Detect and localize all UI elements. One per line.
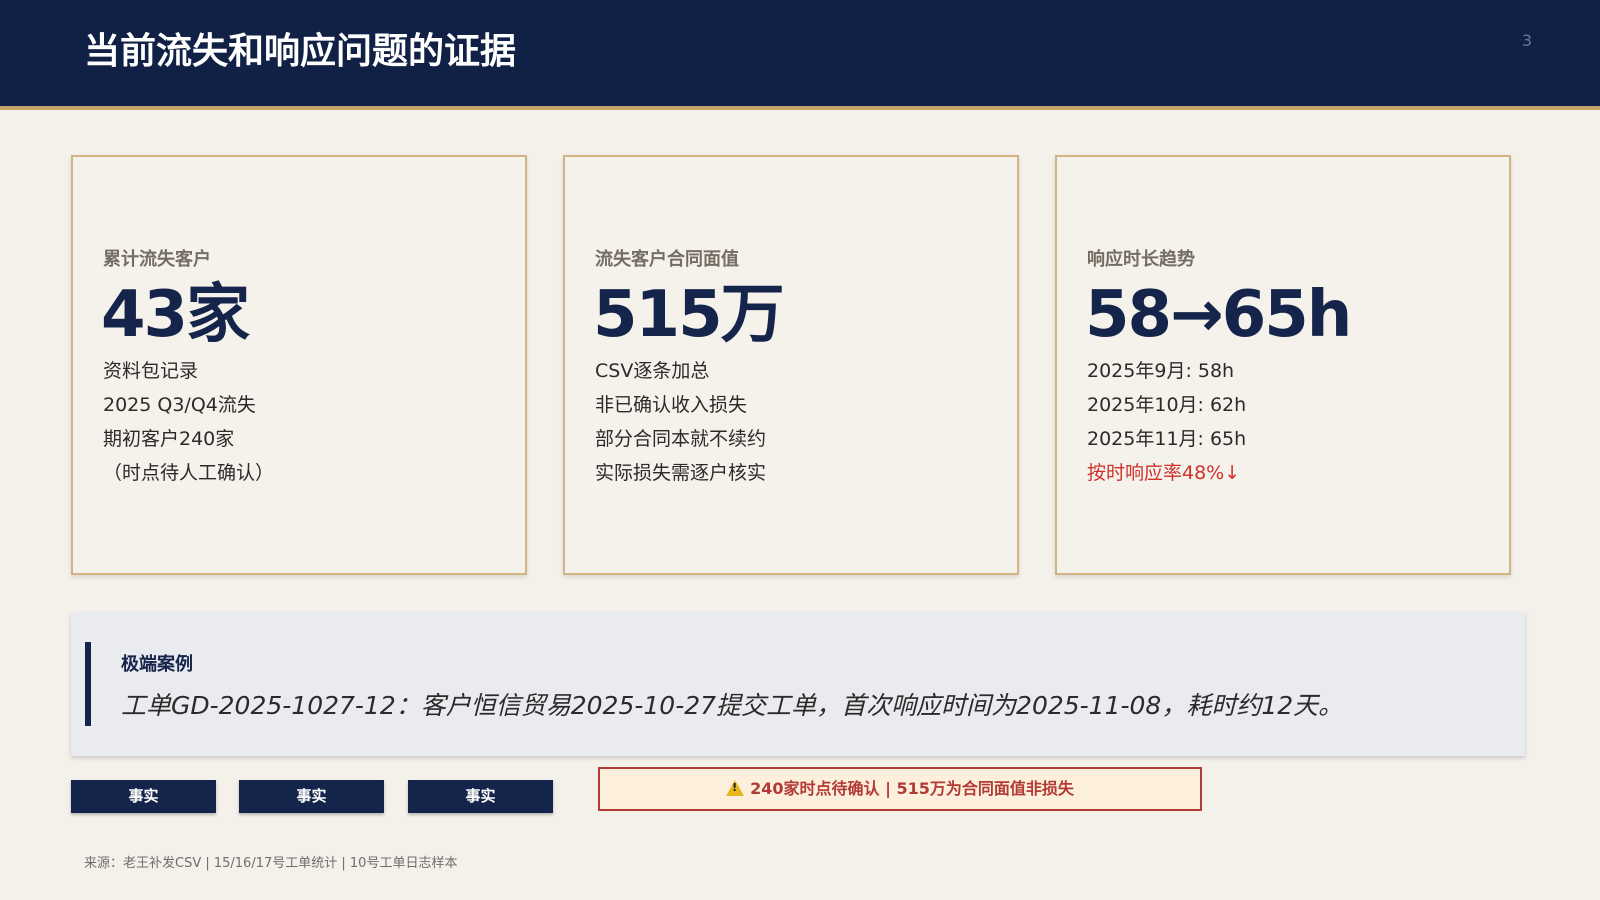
warning-icon [726, 779, 745, 796]
card-label: 响应时长趋势 [1087, 249, 1195, 270]
card-value: 43家 [101, 278, 250, 352]
card-detail-line: 非已确认收入损失 [595, 394, 748, 416]
card-detail-line: 2025年9月: 58h [1087, 360, 1235, 382]
card-label: 累计流失客户 [103, 249, 211, 270]
card-value: 58→65h [1085, 278, 1352, 352]
card-detail-line: 2025年10月: 62h [1087, 394, 1247, 416]
caveat-warning-box: 240家时点待确认 | 515万为合同面值非损失 [598, 767, 1202, 811]
fact-tag-button[interactable]: 事实 [408, 780, 553, 813]
slide-title: 当前流失和响应问题的证据 [84, 31, 517, 72]
card-detail-line: 2025年11月: 65h [1087, 428, 1247, 450]
slide-header: 当前流失和响应问题的证据 3 [0, 0, 1600, 110]
case-label: 极端案例 [121, 654, 193, 675]
card-detail-line: CSV逐条加总 [595, 360, 710, 382]
card-detail-line: （时点待人工确认） [103, 462, 275, 484]
card-detail-line: 资料包记录 [103, 360, 199, 382]
case-text: 工单GD-2025-1027-12：客户恒信贸易2025-10-27提交工单，首… [121, 691, 1344, 720]
card-detail-line: 2025 Q3/Q4流失 [103, 394, 256, 416]
warning-text: 240家时点待确认 | 515万为合同面值非损失 [750, 779, 1074, 798]
source-footnote: 来源：老王补发CSV | 15/16/17号工单统计 | 10号工单日志样本 [84, 856, 458, 871]
metric-card-contract-value: 流失客户合同面值 515万 CSV逐条加总 非已确认收入损失 部分合同本就不续约… [563, 155, 1019, 575]
card-detail-list: 资料包记录 2025 Q3/Q4流失 期初客户240家 （时点待人工确认） [103, 354, 274, 490]
metric-card-response-trend: 响应时长趋势 58→65h 2025年9月: 58h 2025年10月: 62h… [1055, 155, 1511, 575]
card-label: 流失客户合同面值 [595, 249, 739, 270]
card-detail-line: 实际损失需逐户核实 [595, 462, 767, 484]
card-value: 515万 [593, 278, 785, 352]
on-time-rate-alert: 按时响应率48%↓ [1087, 462, 1241, 484]
fact-tag-button[interactable]: 事实 [71, 780, 216, 813]
metric-card-churned-customers: 累计流失客户 43家 资料包记录 2025 Q3/Q4流失 期初客户240家 （… [71, 155, 527, 575]
card-detail-line: 部分合同本就不续约 [595, 428, 767, 450]
card-detail-list: 2025年9月: 58h 2025年10月: 62h 2025年11月: 65h… [1087, 354, 1246, 490]
callout-accent-bar [85, 642, 91, 726]
page-number: 3 [1521, 31, 1532, 50]
fact-tag-button[interactable]: 事实 [239, 780, 384, 813]
card-detail-line: 期初客户240家 [103, 428, 235, 450]
extreme-case-callout: 极端案例 工单GD-2025-1027-12：客户恒信贸易2025-10-27提… [71, 612, 1525, 756]
card-detail-list: CSV逐条加总 非已确认收入损失 部分合同本就不续约 实际损失需逐户核实 [595, 354, 766, 490]
